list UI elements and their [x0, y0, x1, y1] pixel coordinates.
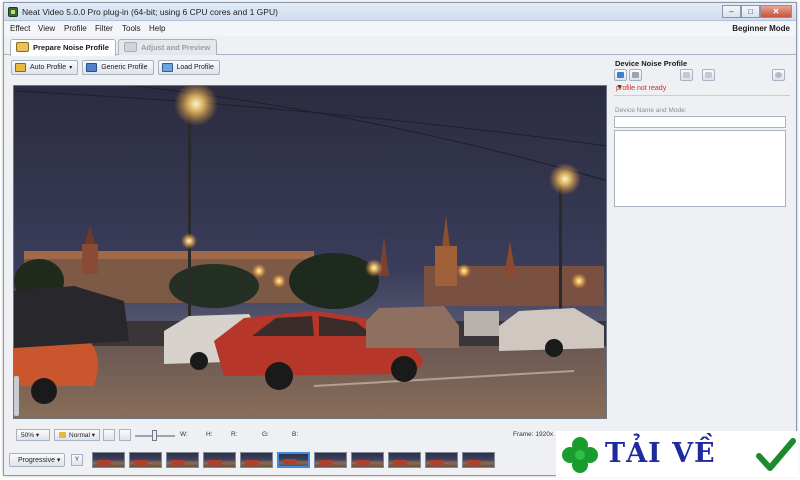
checkmark-icon	[756, 438, 796, 471]
app-window: Neat Video 5.0.0 Pro plug-in (64-bit; us…	[3, 2, 797, 476]
frame-thumbnail[interactable]	[166, 452, 199, 468]
frame-thumbnail[interactable]	[462, 452, 495, 468]
film-icon	[124, 42, 137, 52]
menu-filter[interactable]: Filter	[95, 24, 113, 33]
frame-thumbnail[interactable]	[425, 452, 458, 468]
undo-button[interactable]	[680, 69, 693, 81]
app-icon	[8, 7, 18, 17]
menu-effect[interactable]: Effect	[10, 24, 30, 33]
blue-label: B:	[292, 431, 299, 438]
frame-thumbnail[interactable]	[314, 452, 347, 468]
window-controls: – □ ✕	[722, 5, 792, 18]
watermark-logo: TẢI VỀ	[556, 431, 798, 477]
profile-status-dropdown[interactable]: profile not ready ▼	[614, 84, 790, 96]
load-profile-button[interactable]: Load Profile	[157, 60, 220, 75]
minimize-button[interactable]: –	[722, 5, 741, 18]
view-mode-icon	[59, 432, 66, 438]
viewer-status-bar: 50% ▾ Normal ▾ W: H: R: G: B: Frame: 192…	[13, 429, 607, 442]
zoom-slider-thumb[interactable]	[152, 430, 157, 441]
green-label: G:	[262, 431, 269, 438]
preview-image	[14, 86, 606, 418]
save-icon	[632, 72, 639, 78]
title-bar: Neat Video 5.0.0 Pro plug-in (64-bit; us…	[4, 3, 796, 21]
chevron-down-icon: ▾	[69, 65, 73, 71]
menu-bar: Effect View Profile Filter Tools Help Be…	[4, 22, 796, 36]
tab-strip: Prepare Noise Profile Adjust and Preview	[4, 37, 796, 56]
width-label: W:	[180, 431, 188, 438]
gear-icon	[775, 72, 782, 78]
red-label: R:	[231, 431, 238, 438]
zoom-fit-button[interactable]	[103, 429, 115, 441]
generic-profile-icon	[86, 63, 98, 72]
frame-thumbnail[interactable]	[240, 452, 273, 468]
frame-thumbnail[interactable]	[203, 452, 236, 468]
profile-options-button[interactable]	[772, 69, 785, 81]
chevron-down-icon: ▼	[616, 84, 623, 91]
redo-button[interactable]	[702, 69, 715, 81]
generic-profile-button[interactable]: Generic Profile	[82, 60, 154, 75]
view-mode-select[interactable]: Normal ▾	[54, 429, 100, 441]
auto-profile-button[interactable]: Auto Profile ▾	[11, 60, 79, 75]
frame-thumbnail-selected[interactable]	[277, 452, 310, 468]
tab-prepare-noise-profile[interactable]: Prepare Noise Profile	[10, 39, 116, 56]
menu-tools[interactable]: Tools	[122, 24, 141, 33]
menu-help[interactable]: Help	[149, 24, 165, 33]
open-profile-button[interactable]	[614, 69, 627, 81]
maximize-button[interactable]: □	[741, 5, 760, 18]
save-profile-button[interactable]	[629, 69, 642, 81]
profile-details-box	[614, 130, 786, 207]
close-button[interactable]: ✕	[760, 5, 792, 18]
preview-viewer[interactable]	[13, 85, 607, 419]
device-name-label: Device Name and Mode:	[615, 107, 687, 114]
frame-thumbnail[interactable]	[92, 452, 125, 468]
undo-icon	[683, 72, 690, 78]
clover-icon	[562, 437, 598, 473]
auto-profile-icon	[15, 63, 26, 72]
menu-profile[interactable]: Profile	[64, 24, 87, 33]
folder-icon	[617, 72, 624, 78]
frame-thumbnail[interactable]	[388, 452, 421, 468]
panel-title: Device Noise Profile	[615, 59, 688, 68]
profile-toolbar: Auto Profile ▾ Generic Profile Load Prof…	[11, 60, 220, 75]
zoom-select[interactable]: 50% ▾	[16, 429, 50, 441]
zoom-actual-button[interactable]	[119, 429, 131, 441]
beginner-mode-toggle[interactable]: Beginner Mode	[732, 24, 790, 33]
redo-icon	[705, 72, 712, 78]
frame-thumbnail[interactable]	[129, 452, 162, 468]
window-title: Neat Video 5.0.0 Pro plug-in (64-bit; us…	[22, 7, 278, 17]
height-label: H:	[206, 431, 213, 438]
frame-thumbnail[interactable]	[351, 452, 384, 468]
folder-icon	[161, 63, 173, 72]
watermark-text: TẢI VỀ	[605, 438, 716, 469]
menu-view[interactable]: View	[38, 24, 55, 33]
progressive-select[interactable]: Progressive ▾	[9, 453, 65, 467]
frame-strip: Progressive ▾ Y	[9, 450, 569, 470]
frame-info: Frame: 1920x	[513, 431, 554, 438]
device-name-field[interactable]	[614, 116, 786, 128]
tab-adjust-and-preview[interactable]: Adjust and Preview	[118, 39, 218, 55]
profile-icon	[16, 42, 29, 52]
device-noise-profile-panel: Device Noise Profile profile not ready ▼…	[610, 57, 796, 433]
filter-button[interactable]: Y	[71, 454, 83, 466]
